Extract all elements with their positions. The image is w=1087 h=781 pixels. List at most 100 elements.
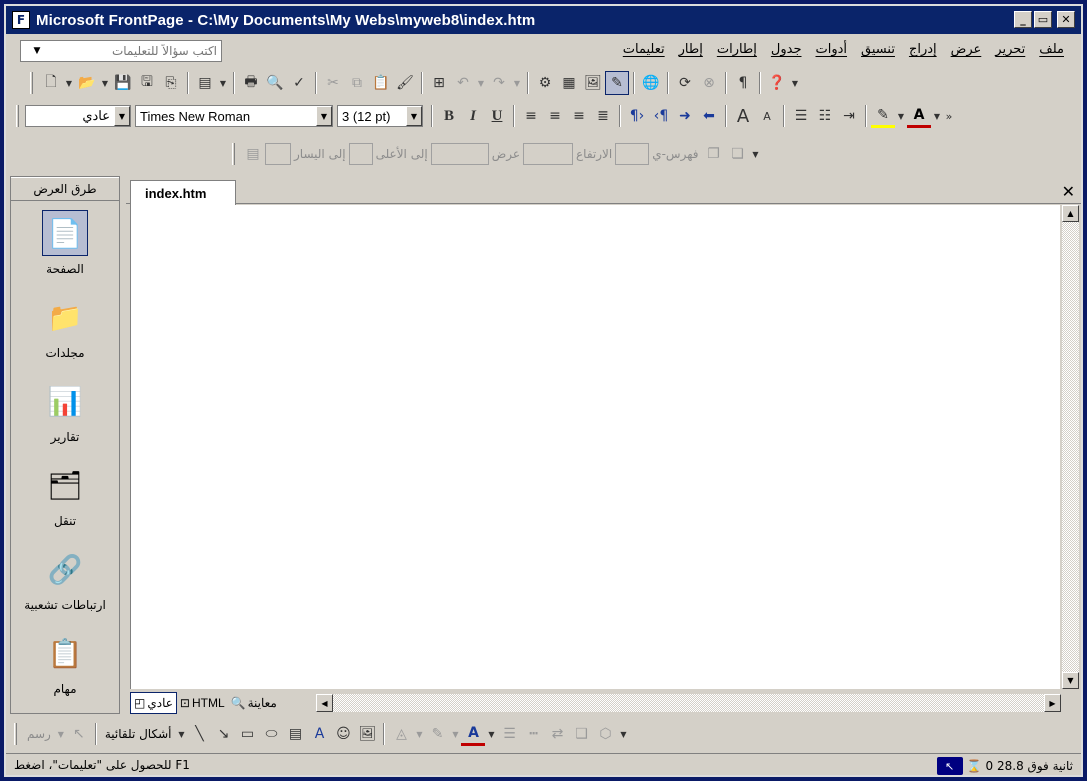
chevron-down-icon[interactable]: ▼ (449, 722, 461, 746)
chevron-down-icon[interactable]: ▼ (617, 722, 629, 746)
navigation-icon[interactable]: 🗂 (42, 462, 88, 508)
increase-font-icon[interactable]: A (731, 104, 755, 128)
draw-menu[interactable]: رسم (23, 727, 55, 741)
paste-icon[interactable]: 📋 (369, 71, 393, 95)
drawing-icon[interactable]: ✎ (605, 71, 629, 95)
scroll-right-button[interactable]: ▶ (1044, 694, 1061, 712)
redo-icon[interactable]: ↷ (487, 71, 511, 95)
document-tab[interactable]: index.htm (130, 180, 236, 205)
minimize-button[interactable]: _ (1014, 11, 1032, 28)
rectangle-icon[interactable]: ▭ (235, 722, 259, 746)
frontpage-app-icon[interactable]: F (12, 11, 30, 29)
menu-view[interactable]: عرض (944, 42, 989, 57)
bold-button[interactable]: B (437, 104, 461, 128)
select-objects-icon[interactable]: ↖ (67, 722, 91, 746)
view-reports[interactable]: 📊 تقارير (11, 369, 119, 453)
align-left-icon[interactable]: ≡ (519, 104, 543, 128)
menu-help[interactable]: تعليمات (616, 42, 672, 57)
stop-icon[interactable]: ⊗ (697, 71, 721, 95)
scroll-up-button[interactable]: ▲ (1062, 205, 1079, 222)
height-field[interactable] (523, 143, 573, 165)
more-buttons-icon[interactable]: » (943, 104, 955, 128)
restore-button[interactable]: ▭ (1034, 11, 1052, 28)
highlight-icon[interactable]: ✎ (871, 104, 895, 128)
folders-icon[interactable]: 📁 (42, 294, 88, 340)
web-component-icon[interactable]: ⚙ (533, 71, 557, 95)
format-painter-icon[interactable]: 🖌 (393, 71, 417, 95)
dash-style-icon[interactable]: ┅ (521, 722, 545, 746)
print-icon[interactable]: 🖶 (239, 71, 263, 95)
view-navigation[interactable]: 🗂 تنقل (11, 453, 119, 537)
chevron-down-icon[interactable]: ▼ (749, 142, 761, 166)
fill-color-icon[interactable]: ◬ (389, 722, 413, 746)
align-right-icon[interactable]: ≡ (567, 104, 591, 128)
chevron-down-icon[interactable]: ▼ (485, 722, 497, 746)
insert-picture-icon[interactable]: 🖼 (581, 71, 605, 95)
position-absolutely-icon[interactable]: ▤ (241, 142, 265, 166)
cut-icon[interactable]: ✂ (321, 71, 345, 95)
arrow-left-icon[interactable]: ⬅ (697, 104, 721, 128)
menu-table[interactable]: جدول (764, 42, 809, 57)
hyperlink-icon[interactable]: 🌐 (639, 71, 663, 95)
underline-button[interactable]: U (485, 104, 509, 128)
view-tasks[interactable]: 📋 مهام (11, 621, 119, 705)
line-icon[interactable]: ╲ (187, 722, 211, 746)
decrease-font-icon[interactable]: A (755, 104, 779, 128)
line-style-icon[interactable]: ☰ (497, 722, 521, 746)
line-color-icon[interactable]: ✎ (425, 722, 449, 746)
chevron-down-icon[interactable]: ▼ (63, 71, 75, 95)
chevron-down-icon[interactable]: ▼ (789, 71, 801, 95)
insert-table-icon[interactable]: ▦ (557, 71, 581, 95)
top-field[interactable] (348, 143, 373, 165)
horizontal-scrollbar[interactable]: ◀ ▶ (316, 694, 1061, 712)
insert-icon[interactable]: ⊞ (427, 71, 451, 95)
menu-edit[interactable]: تحرير (988, 42, 1032, 57)
ask-question-box[interactable]: ▼ (20, 40, 222, 62)
chevron-down-icon[interactable]: ▼ (175, 722, 187, 746)
chevron-down-icon[interactable]: ▼ (114, 106, 130, 126)
open-icon[interactable]: 📂 (75, 71, 99, 95)
undo-icon[interactable]: ↶ (451, 71, 475, 95)
refresh-icon[interactable]: ⟳ (673, 71, 697, 95)
publish-icon[interactable]: 🖫 (135, 71, 159, 95)
menu-insert[interactable]: إدراج (902, 42, 944, 57)
toolbar-grip[interactable] (30, 72, 33, 94)
save-icon[interactable]: 💾 (111, 71, 135, 95)
chevron-down-icon[interactable]: ▼ (475, 71, 487, 95)
clip-art-icon[interactable]: ☺ (331, 722, 355, 746)
tasks-icon[interactable]: 📋 (42, 630, 88, 676)
page-editor[interactable] (130, 205, 1060, 689)
oval-icon[interactable]: ⬭ (259, 722, 283, 746)
copy-page-icon[interactable]: ⎘ (159, 71, 183, 95)
close-icon[interactable]: ✕ (1062, 182, 1075, 201)
menu-frames[interactable]: إطارات (710, 42, 764, 57)
chevron-down-icon[interactable]: ▼ (29, 41, 45, 61)
chevron-down-icon[interactable]: ▼ (413, 722, 425, 746)
ltr-paragraph-icon[interactable]: ¶› (625, 104, 649, 128)
normal-view-tab[interactable]: ◰ عادي (130, 692, 177, 714)
send-backward-icon[interactable]: ❏ (725, 142, 749, 166)
page-view-icon[interactable]: 📄 (42, 210, 88, 256)
chevron-down-icon[interactable]: ▼ (406, 106, 422, 126)
z-index-field[interactable] (615, 143, 650, 165)
hyperlinks-icon[interactable]: 🔗 (42, 546, 88, 592)
copy-icon[interactable]: ⧉ (345, 71, 369, 95)
font-color-icon[interactable]: A (461, 722, 486, 746)
chevron-down-icon[interactable]: ▼ (895, 104, 907, 128)
chevron-down-icon[interactable]: ▼ (511, 71, 523, 95)
bring-forward-icon[interactable]: ❐ (701, 142, 725, 166)
font-color-icon[interactable]: A (907, 104, 931, 128)
align-center-icon[interactable]: ≡ (543, 104, 567, 128)
numbering-icon[interactable]: ☰ (789, 104, 813, 128)
toolbar-grip[interactable] (232, 143, 235, 165)
text-box-icon[interactable]: ▤ (283, 722, 307, 746)
left-field[interactable] (265, 143, 291, 165)
reports-icon[interactable]: 📊 (42, 378, 88, 424)
menu-format[interactable]: تنسيق (854, 42, 902, 57)
font-combo[interactable]: Times New Roman ▼ (135, 105, 333, 127)
view-folders[interactable]: 📁 مجلدات (11, 285, 119, 369)
autoshapes-menu[interactable]: أشكال تلقائية (101, 727, 176, 741)
insert-picture-icon[interactable]: 🖼 (355, 722, 379, 746)
new-page-icon[interactable]: 🗋 (39, 71, 63, 95)
chevron-down-icon[interactable]: ▼ (316, 106, 332, 126)
